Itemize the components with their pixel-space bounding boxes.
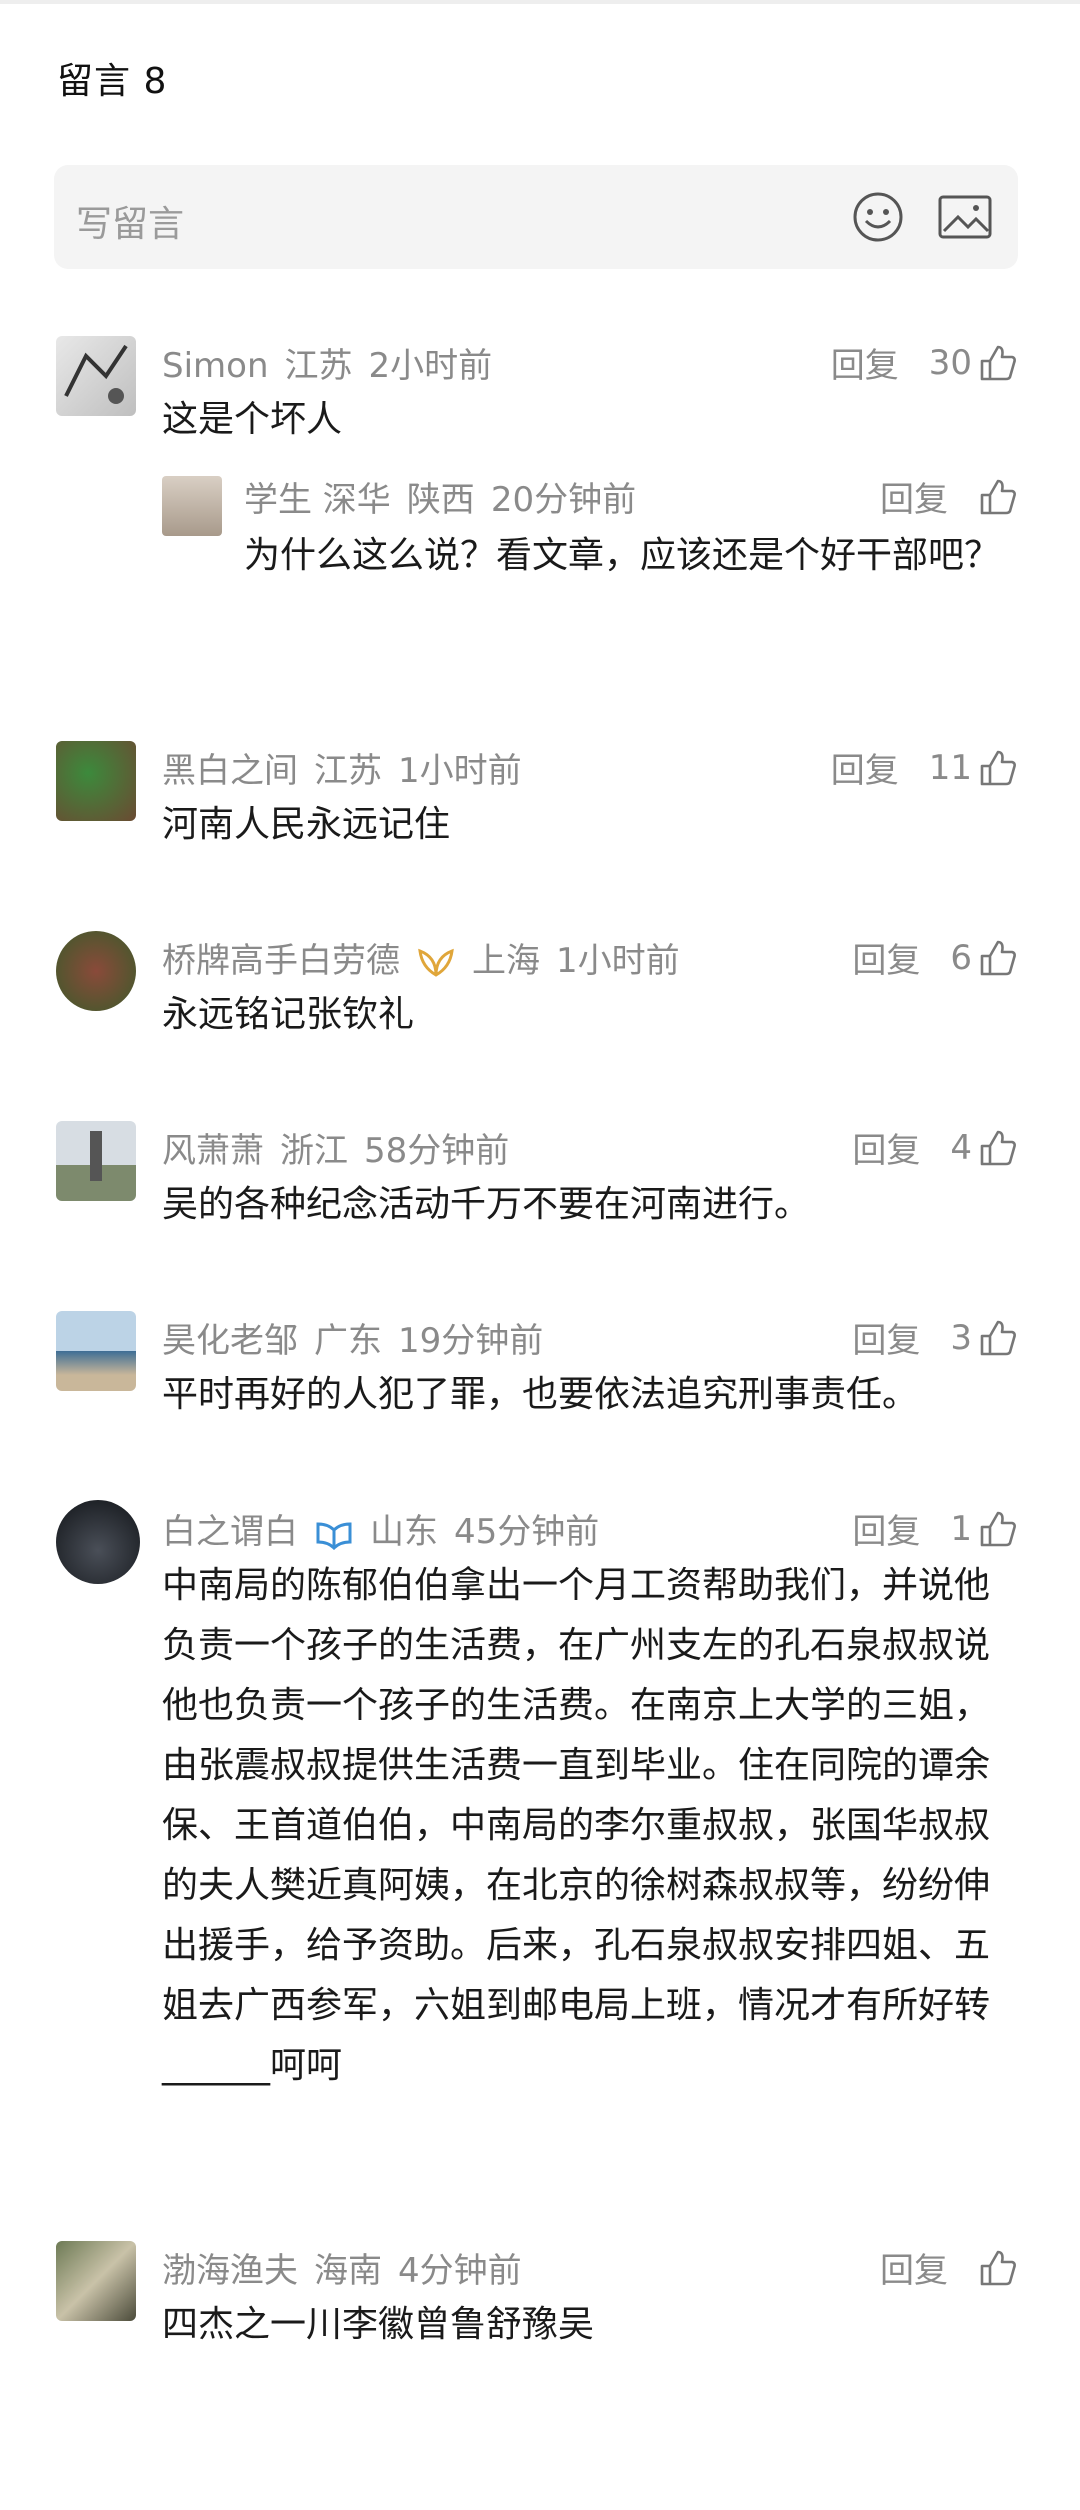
reply-actions: 回复 bbox=[880, 472, 1018, 521]
comment-input[interactable]: 写留言 bbox=[54, 165, 1018, 269]
comment-input-placeholder: 写留言 bbox=[76, 204, 185, 245]
comment-time: 58分钟前 bbox=[364, 1131, 510, 1171]
comment-meta: 黑白之间 江苏 1小时前 bbox=[162, 743, 538, 792]
emoji-icon[interactable] bbox=[852, 191, 904, 243]
reply-username[interactable]: 学生 深华 bbox=[244, 480, 391, 520]
avatar[interactable] bbox=[56, 1500, 140, 1584]
comment-username[interactable]: 风萧萧 bbox=[162, 1131, 264, 1171]
comment-location: 广东 bbox=[314, 1321, 382, 1361]
comment-text: 平时再好的人犯了罪，也要依法追究刑事责任。 bbox=[162, 1374, 919, 1415]
avatar[interactable] bbox=[56, 2241, 136, 2321]
image-icon[interactable] bbox=[938, 195, 992, 239]
avatar[interactable] bbox=[56, 931, 136, 1011]
comment-username[interactable]: 昊化老邹 bbox=[162, 1321, 298, 1361]
avatar[interactable] bbox=[162, 476, 222, 536]
comment-location: 江苏 bbox=[314, 751, 382, 791]
reply-button[interactable]: 回复 bbox=[831, 338, 899, 387]
comment-text: 中南局的陈郁伯伯拿出一个月工资帮助我们，并说他负责一个孩子的生活费，在广州支左的… bbox=[162, 1565, 991, 2086]
like-count: 3 bbox=[950, 1317, 972, 1358]
comment-location: 山东 bbox=[370, 1512, 438, 1552]
comment-meta: 昊化老邹 广东 19分钟前 bbox=[162, 1313, 559, 1362]
comment-location: 海南 bbox=[314, 2251, 382, 2291]
like-count: 4 bbox=[950, 1127, 972, 1168]
comment-actions: 回复 4 bbox=[852, 1123, 1018, 1172]
comment-location: 江苏 bbox=[284, 346, 353, 386]
thumbs-up-icon[interactable] bbox=[978, 2248, 1018, 2288]
comment-meta: 渤海渔夫 海南 4分钟前 bbox=[162, 2243, 538, 2292]
comment-meta: 风萧萧 浙江 58分钟前 bbox=[162, 1123, 525, 1172]
comment-time: 45分钟前 bbox=[454, 1512, 600, 1552]
comment-actions: 回复 11 bbox=[831, 743, 1018, 792]
reply-button[interactable]: 回复 bbox=[831, 743, 899, 792]
like-count: 6 bbox=[950, 937, 972, 978]
thumbs-up-icon[interactable] bbox=[978, 938, 1018, 978]
comment-time: 1小时前 bbox=[398, 751, 522, 791]
comment-time: 2小时前 bbox=[368, 346, 493, 386]
avatar[interactable] bbox=[56, 1121, 136, 1201]
comment-actions: 回复 1 bbox=[852, 1504, 1018, 1553]
comment-time: 19分钟前 bbox=[398, 1321, 544, 1361]
reply-button[interactable]: 回复 bbox=[852, 1313, 920, 1362]
top-divider bbox=[0, 0, 1080, 4]
comment-username[interactable]: 黑白之间 bbox=[162, 751, 298, 791]
comment-time: 1小时前 bbox=[556, 941, 680, 981]
reply-location: 陕西 bbox=[406, 480, 475, 520]
reply-button[interactable]: 回复 bbox=[852, 1123, 920, 1172]
reply-button[interactable]: 回复 bbox=[880, 472, 948, 521]
comment-username[interactable]: 白之谓白 bbox=[162, 1512, 298, 1552]
vip-badge-icon bbox=[418, 948, 454, 977]
comment-username[interactable]: 渤海渔夫 bbox=[162, 2251, 298, 2291]
comment-actions: 回复 30 bbox=[831, 338, 1018, 387]
comment-time: 4分钟前 bbox=[398, 2251, 522, 2291]
comment-meta: 白之谓白 山东 45分钟前 bbox=[162, 1504, 615, 1553]
comment-text: 四杰之一川李徽曾鲁舒豫吴 bbox=[162, 2304, 595, 2345]
comment-username[interactable]: Simon bbox=[162, 346, 269, 386]
reply-text: 为什么这么说？看文章，应该还是个好干部吧？ bbox=[244, 535, 1001, 576]
comment-text: 这是个坏人 bbox=[162, 399, 343, 440]
like-count: 30 bbox=[928, 342, 972, 383]
comment-location: 浙江 bbox=[280, 1131, 348, 1171]
comment-username[interactable]: 桥牌高手白劳德 bbox=[162, 941, 400, 981]
like-count: 1 bbox=[950, 1508, 972, 1549]
avatar[interactable] bbox=[56, 1311, 136, 1391]
thumbs-up-icon[interactable] bbox=[978, 748, 1018, 788]
comment-location: 上海 bbox=[472, 941, 540, 981]
thumbs-up-icon[interactable] bbox=[978, 1318, 1018, 1358]
verified-badge-icon bbox=[316, 1521, 352, 1550]
reply-button[interactable]: 回复 bbox=[880, 2243, 948, 2292]
avatar[interactable] bbox=[56, 336, 136, 416]
reply-meta: 学生 深华 陕西 20分钟前 bbox=[244, 472, 652, 521]
reply-time: 20分钟前 bbox=[490, 480, 637, 520]
reply-button[interactable]: 回复 bbox=[852, 933, 920, 982]
comment-actions: 回复 bbox=[880, 2243, 1018, 2292]
comment-text: 吴的各种纪念活动千万不要在河南进行。 bbox=[162, 1184, 811, 1225]
comment-meta: Simon 江苏 2小时前 bbox=[162, 338, 508, 387]
avatar[interactable] bbox=[56, 741, 136, 821]
thumbs-up-icon[interactable] bbox=[978, 343, 1018, 383]
thumbs-up-icon[interactable] bbox=[978, 1509, 1018, 1549]
comment-actions: 回复 6 bbox=[852, 933, 1018, 982]
comments-count-title: 留言 8 bbox=[57, 61, 168, 102]
reply-button[interactable]: 回复 bbox=[852, 1504, 920, 1553]
comment-actions: 回复 3 bbox=[852, 1313, 1018, 1362]
comment-text: 河南人民永远记住 bbox=[162, 804, 451, 845]
thumbs-up-icon[interactable] bbox=[978, 477, 1018, 517]
thumbs-up-icon[interactable] bbox=[978, 1128, 1018, 1168]
comment-meta: 桥牌高手白劳德 上海 1小时前 bbox=[162, 933, 696, 982]
comment-text: 永远铭记张钦礼 bbox=[162, 994, 415, 1035]
like-count: 11 bbox=[928, 747, 972, 788]
